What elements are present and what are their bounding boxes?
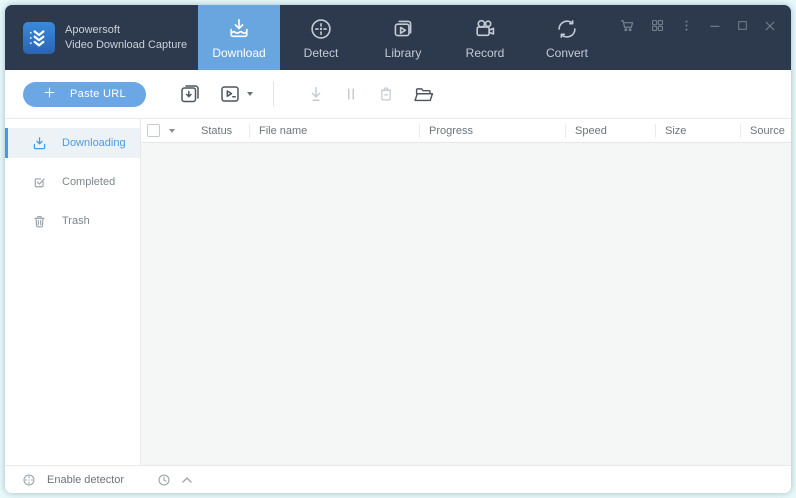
column-header-speed[interactable]: Speed	[565, 123, 655, 138]
tab-library[interactable]: Library	[362, 5, 444, 70]
sidebar-item-label: Downloading	[62, 137, 126, 149]
toolbar-divider	[273, 81, 274, 107]
apowersoft-logo-icon	[23, 21, 55, 54]
detector-target-icon[interactable]	[21, 472, 37, 488]
table-header: Status File name Progress Speed Size Sou…	[141, 119, 791, 143]
tab-detect-label: Detect	[303, 45, 339, 60]
download-list-empty	[141, 143, 791, 465]
table-header-select	[141, 124, 201, 138]
chevron-down-icon	[247, 92, 253, 96]
completed-check-icon	[31, 174, 48, 191]
more-menu-icon[interactable]	[679, 18, 694, 33]
app-title-line1: Apowersoft	[65, 23, 121, 36]
column-header-size[interactable]: Size	[655, 123, 740, 138]
app-window: Apowersoft Video Download Capture Downlo…	[5, 5, 791, 493]
close-icon[interactable]	[763, 19, 777, 33]
title-bar: Apowersoft Video Download Capture Downlo…	[5, 5, 791, 70]
toolbar: Paste URL	[5, 70, 791, 119]
download-icon	[226, 16, 252, 42]
detect-icon	[308, 16, 334, 42]
convert-icon	[554, 16, 580, 42]
tab-download-label: Download	[212, 45, 266, 60]
sidebar-item-label: Completed	[62, 176, 116, 188]
schedule-clock-icon[interactable]	[156, 472, 172, 488]
sidebar: Downloading Completed Trash	[5, 119, 141, 465]
app-title-line2: Video Download Capture	[65, 38, 188, 51]
sidebar-item-label: Trash	[62, 215, 90, 227]
column-header-filename[interactable]: File name	[249, 123, 419, 138]
cart-icon[interactable]	[619, 17, 636, 34]
batch-download-icon[interactable]	[178, 82, 202, 106]
minimize-icon[interactable]	[708, 19, 722, 33]
downloading-icon	[31, 135, 48, 152]
window-controls	[619, 17, 777, 34]
library-icon	[390, 16, 416, 42]
select-all-checkbox[interactable]	[147, 124, 160, 137]
start-download-icon[interactable]	[306, 84, 326, 104]
tab-convert[interactable]: Convert	[526, 5, 608, 70]
column-header-status[interactable]: Status	[201, 124, 249, 138]
tab-convert-label: Convert	[545, 45, 589, 60]
sidebar-item-completed[interactable]: Completed	[5, 167, 140, 197]
expand-caret-icon[interactable]	[182, 476, 192, 483]
tab-download[interactable]: Download	[198, 5, 280, 70]
tab-record[interactable]: Record	[444, 5, 526, 70]
tab-library-label: Library	[384, 45, 422, 60]
enable-detector-label: Enable detector	[47, 473, 125, 486]
pause-icon[interactable]	[342, 85, 360, 103]
maximize-icon[interactable]	[736, 19, 749, 32]
delete-icon[interactable]	[376, 84, 396, 104]
content-area: Downloading Completed Trash Status File …	[5, 119, 791, 465]
sidebar-item-trash[interactable]: Trash	[5, 206, 140, 236]
tab-detect[interactable]: Detect	[280, 5, 362, 70]
sidebar-item-downloading[interactable]: Downloading	[5, 128, 140, 158]
paste-url-label: Paste URL	[70, 88, 126, 100]
column-header-progress[interactable]: Progress	[419, 123, 565, 138]
plus-icon	[43, 86, 56, 102]
app-title: Apowersoft Video Download Capture	[65, 23, 187, 53]
main-nav: Download Detect Library Record Convert	[198, 5, 608, 70]
video-format-icon[interactable]	[218, 82, 253, 106]
status-bar: Enable detector	[5, 465, 791, 493]
paste-url-button[interactable]: Paste URL	[23, 81, 146, 107]
app-brand: Apowersoft Video Download Capture	[23, 21, 187, 54]
download-list-panel: Status File name Progress Speed Size Sou…	[141, 119, 791, 465]
tab-record-label: Record	[465, 45, 505, 60]
column-header-source[interactable]: Source	[740, 123, 791, 138]
record-icon	[472, 16, 498, 42]
select-caret-icon[interactable]	[169, 128, 175, 133]
apps-grid-icon[interactable]	[650, 18, 665, 33]
open-folder-icon[interactable]	[412, 83, 435, 106]
trash-icon	[31, 213, 48, 230]
